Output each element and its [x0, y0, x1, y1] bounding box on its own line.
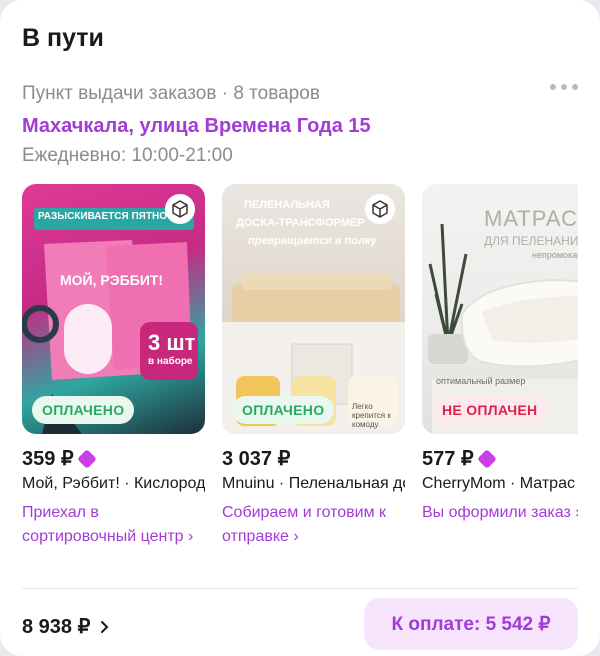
- product-note: оптимальный размер: [436, 376, 526, 386]
- item-price: 3 037 ₽: [222, 446, 405, 471]
- payment-status-badge: ОПЛАЧЕНО: [232, 396, 335, 424]
- in-transit-card: В пути Пункт выдачи заказов · 8 товаров …: [0, 0, 600, 656]
- order-item-card[interactable]: ПЕЛЕНАЛЬНАЯ ДОСКА-ТРАНСФОРМЕР превращает…: [222, 184, 405, 549]
- payment-status-badge: ОПЛАЧЕНО: [32, 396, 135, 424]
- product-count-text: 3 шт: [148, 330, 196, 355]
- product-title-line1: ПЕЛЕНАЛЬНАЯ: [244, 199, 330, 211]
- chevron-right-icon: [101, 620, 109, 633]
- product-image[interactable]: РАЗЫСКИВАЕТСЯ ПЯТНО МОЙ, РЭББИТ! 3 шт в …: [22, 184, 205, 434]
- product-brand-text: МОЙ, РЭББИТ!: [60, 272, 164, 288]
- payment-status-badge: НЕ ОПЛАЧЕН: [432, 396, 548, 424]
- product-note: Легко крепится к комоду: [352, 402, 391, 429]
- order-total: 8 938 ₽: [22, 616, 91, 638]
- pay-button[interactable]: К оплате: 5 542 ₽: [364, 598, 578, 650]
- product-title-line3: непромокаемый: [532, 250, 578, 260]
- product-banner-text: РАЗЫСКИВАЕТСЯ ПЯТНО: [38, 211, 167, 222]
- order-item-card[interactable]: РАЗЫСКИВАЕТСЯ ПЯТНО МОЙ, РЭББИТ! 3 шт в …: [22, 184, 205, 549]
- package-icon: [165, 194, 195, 224]
- price-value: 577 ₽: [422, 448, 474, 470]
- loyalty-gem-icon: [476, 448, 497, 469]
- item-name[interactable]: CherryMom · Матрас для пеленания: [422, 475, 578, 493]
- order-item-card[interactable]: МАТРАС ДЛЯ ПЕЛЕНАНИЯ непромокаемый оптим…: [422, 184, 578, 525]
- item-price: 577 ₽: [422, 446, 578, 471]
- pickup-address-link[interactable]: Махачкала, улица Времена Года 15: [22, 115, 371, 138]
- price-value: 359 ₽: [22, 448, 74, 470]
- more-options-icon[interactable]: [550, 84, 578, 90]
- product-title-line2: ДОСКА-ТРАНСФОРМЕР: [236, 217, 365, 229]
- delivery-status-link[interactable]: Вы оформили заказ ›: [422, 501, 578, 525]
- product-image[interactable]: МАТРАС ДЛЯ ПЕЛЕНАНИЯ непромокаемый оптим…: [422, 184, 578, 434]
- order-total-link[interactable]: 8 938 ₽: [22, 614, 110, 639]
- pickup-hours: Ежедневно: 10:00-21:00: [22, 145, 233, 166]
- price-value: 3 037 ₽: [222, 448, 291, 470]
- item-name[interactable]: Mnuinu · Пеленальная доска-трансформер: [222, 475, 405, 493]
- item-name[interactable]: Мой, Рэббит! · Кислородный пятновыводите…: [22, 475, 205, 493]
- product-title-line3: превращается в полку: [248, 235, 377, 247]
- product-title-line1: МАТРАС: [484, 206, 578, 231]
- items-carousel[interactable]: РАЗЫСКИВАЕТСЯ ПЯТНО МОЙ, РЭББИТ! 3 шт в …: [22, 184, 578, 574]
- product-count-sub: в наборе: [148, 356, 193, 367]
- package-icon: [365, 194, 395, 224]
- section-title: В пути: [22, 24, 104, 52]
- pickup-point-summary: Пункт выдачи заказов · 8 товаров: [22, 83, 320, 104]
- product-image[interactable]: ПЕЛЕНАЛЬНАЯ ДОСКА-ТРАНСФОРМЕР превращает…: [222, 184, 405, 434]
- product-title-line2: ДЛЯ ПЕЛЕНАНИЯ: [484, 234, 578, 248]
- loyalty-gem-icon: [76, 448, 97, 469]
- delivery-status-link[interactable]: Собираем и готовим к отправке ›: [222, 501, 405, 549]
- divider: [22, 588, 578, 589]
- item-price: 359 ₽: [22, 446, 205, 471]
- delivery-status-link[interactable]: Приехал в сортировочный центр ›: [22, 501, 205, 549]
